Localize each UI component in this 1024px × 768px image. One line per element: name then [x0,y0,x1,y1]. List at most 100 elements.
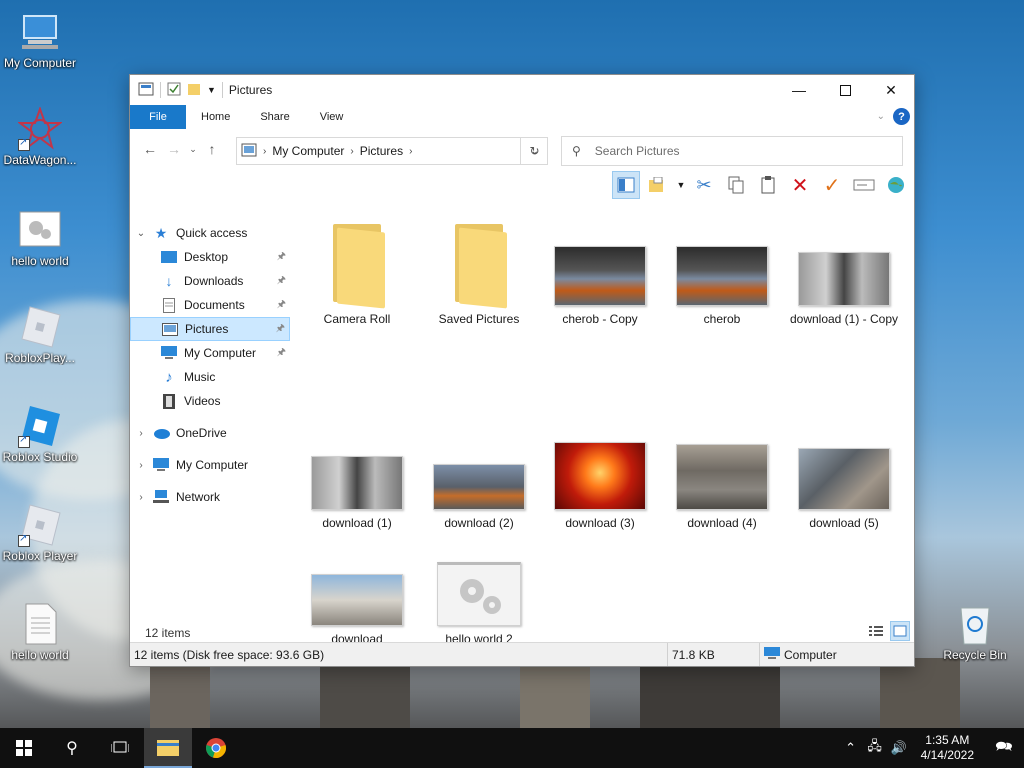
volume-icon[interactable]: 🔊 [887,740,911,756]
window-app-icon[interactable] [138,82,154,99]
text-file-icon [18,602,62,646]
large-icons-view-icon[interactable] [890,621,910,641]
close-button[interactable]: ✕ [868,75,914,105]
title-bar[interactable]: ▼ Pictures — ✕ [130,75,914,105]
file-item[interactable]: download (1) [302,442,412,531]
clock-time: 1:35 AM [925,733,970,747]
show-hidden-icons-icon[interactable]: ⌃ [839,740,863,756]
file-item[interactable]: cherob - Copy [545,220,655,327]
pictures-icon [161,321,179,337]
image-thumbnail [433,464,525,510]
file-item[interactable]: Camera Roll [302,220,412,327]
chevron-right-icon[interactable]: › [130,492,152,503]
chrome-taskbar-button[interactable] [192,728,240,768]
chevron-right-icon[interactable]: › [130,460,152,471]
desktop-icon-hello-world-image[interactable]: hello world [0,208,80,268]
pin-icon[interactable]: 🖈 [277,345,286,362]
new-folder-icon[interactable] [187,82,201,99]
desktop-icon-hello-world-text[interactable]: hello world [0,602,80,662]
pin-icon[interactable]: 🖈 [277,249,286,266]
tab-share[interactable]: Share [245,105,304,129]
pin-icon[interactable]: 🖈 [276,321,285,338]
desktop-icon-recycle-bin[interactable]: Recycle Bin [935,602,1015,662]
recent-locations-button[interactable]: ⌄ [186,137,200,161]
roblox-player-icon [18,503,62,547]
nav-pictures[interactable]: Pictures 🖈 [130,317,290,341]
downloads-icon: ↓ [165,273,173,289]
file-item[interactable]: download (1) - Copy [789,220,899,327]
chevron-right-icon[interactable]: › [130,428,152,439]
desktop-icon-roblox-studio[interactable]: Roblox Studio [0,404,80,464]
tab-view[interactable]: View [305,105,359,129]
file-item[interactable]: download (3) [545,442,655,531]
new-folder-button[interactable] [644,171,672,199]
internet-globe-icon[interactable] [882,171,910,199]
file-item[interactable]: hello world 2 [424,550,534,647]
rename-icon[interactable] [850,171,878,199]
navigation-bar: ← → ⌄ ↑ › My Computer › Pictures › ⌄ ↻ ⚲… [130,129,914,169]
quick-access-toolbar: ▼ [138,82,223,99]
search-input[interactable]: ⚲ Search Pictures [561,136,903,166]
file-item[interactable]: download (2) [424,442,534,531]
desktop-icon-my-computer[interactable]: My Computer [0,10,80,70]
tab-home[interactable]: Home [186,105,245,129]
copy-icon[interactable] [722,171,750,199]
back-button[interactable]: ← [138,137,162,161]
nav-music[interactable]: ♪ Music [130,365,290,389]
notification-icon[interactable]: 🗪 [984,736,1024,760]
properties-icon[interactable] [167,82,181,99]
tab-file[interactable]: File [130,105,186,129]
address-bar[interactable]: › My Computer › Pictures › ⌄ [236,137,548,165]
nav-quick-access[interactable]: ⌄ ★ Quick access [130,221,290,245]
gear-image-icon [437,562,521,626]
breadcrumb-chevron[interactable]: › [409,146,412,157]
delete-icon[interactable]: ✕ [786,171,814,199]
nav-my-computer-pinned[interactable]: My Computer 🖈 [130,341,290,365]
file-item[interactable]: download [302,550,412,647]
nav-videos[interactable]: Videos [130,389,290,413]
minimize-button[interactable]: — [776,75,822,105]
file-item[interactable]: download (5) [789,442,899,531]
pin-icon[interactable]: 🖈 [277,273,286,290]
file-item[interactable]: Saved Pictures [424,220,534,327]
expand-ribbon-icon[interactable]: ⌄ [877,111,885,122]
breadcrumb-my-computer[interactable]: My Computer [272,144,344,158]
file-explorer-taskbar-button[interactable] [144,728,192,768]
clock[interactable]: 1:35 AM 4/14/2022 [921,733,974,763]
window-title: Pictures [228,83,273,97]
chrome-icon [206,738,226,758]
nav-this-pc[interactable]: › My Computer [130,453,290,477]
chevron-down-icon[interactable]: ⌄ [130,228,152,239]
refresh-button[interactable]: ↻ [520,137,548,165]
nav-documents[interactable]: Documents 🖈 [130,293,290,317]
pin-icon[interactable]: 🖈 [277,297,286,314]
nav-downloads[interactable]: ↓ Downloads 🖈 [130,269,290,293]
desktop-icon-datawagon[interactable]: DataWagon... [0,106,80,167]
desktop-icon-roblox-player[interactable]: Roblox Player [0,503,80,563]
nav-desktop[interactable]: Desktop 🖈 [130,245,290,269]
check-icon[interactable]: ✓ [818,171,846,199]
maximize-button[interactable] [822,75,868,105]
start-button[interactable] [0,728,48,768]
new-item-dropdown-icon[interactable]: ▼ [676,171,686,199]
desktop-icon-robloxplayer[interactable]: RobloxPlay... [0,305,80,365]
forward-button[interactable]: → [162,137,186,161]
up-button[interactable]: ↑ [200,137,224,161]
cut-icon[interactable]: ✂ [690,171,718,199]
item-count: 12 items [145,626,191,640]
network-icon[interactable]: 🖧 [863,737,887,759]
task-view-button[interactable] [96,728,144,768]
music-icon: ♪ [165,368,173,386]
file-item[interactable]: download (4) [667,442,777,531]
help-icon[interactable]: ? [893,108,910,125]
preview-pane-button[interactable] [612,171,640,199]
nav-network[interactable]: › Network [130,485,290,509]
breadcrumb-pictures[interactable]: Pictures [360,144,403,158]
details-view-icon[interactable] [866,621,886,641]
paste-icon[interactable] [754,171,782,199]
customize-qat-icon[interactable]: ▼ [207,85,216,95]
file-item[interactable]: cherob [667,220,777,327]
search-taskbar-button[interactable]: ⚲ [48,728,96,768]
status-location: Computer [784,647,837,662]
nav-onedrive[interactable]: › OneDrive [130,421,290,445]
